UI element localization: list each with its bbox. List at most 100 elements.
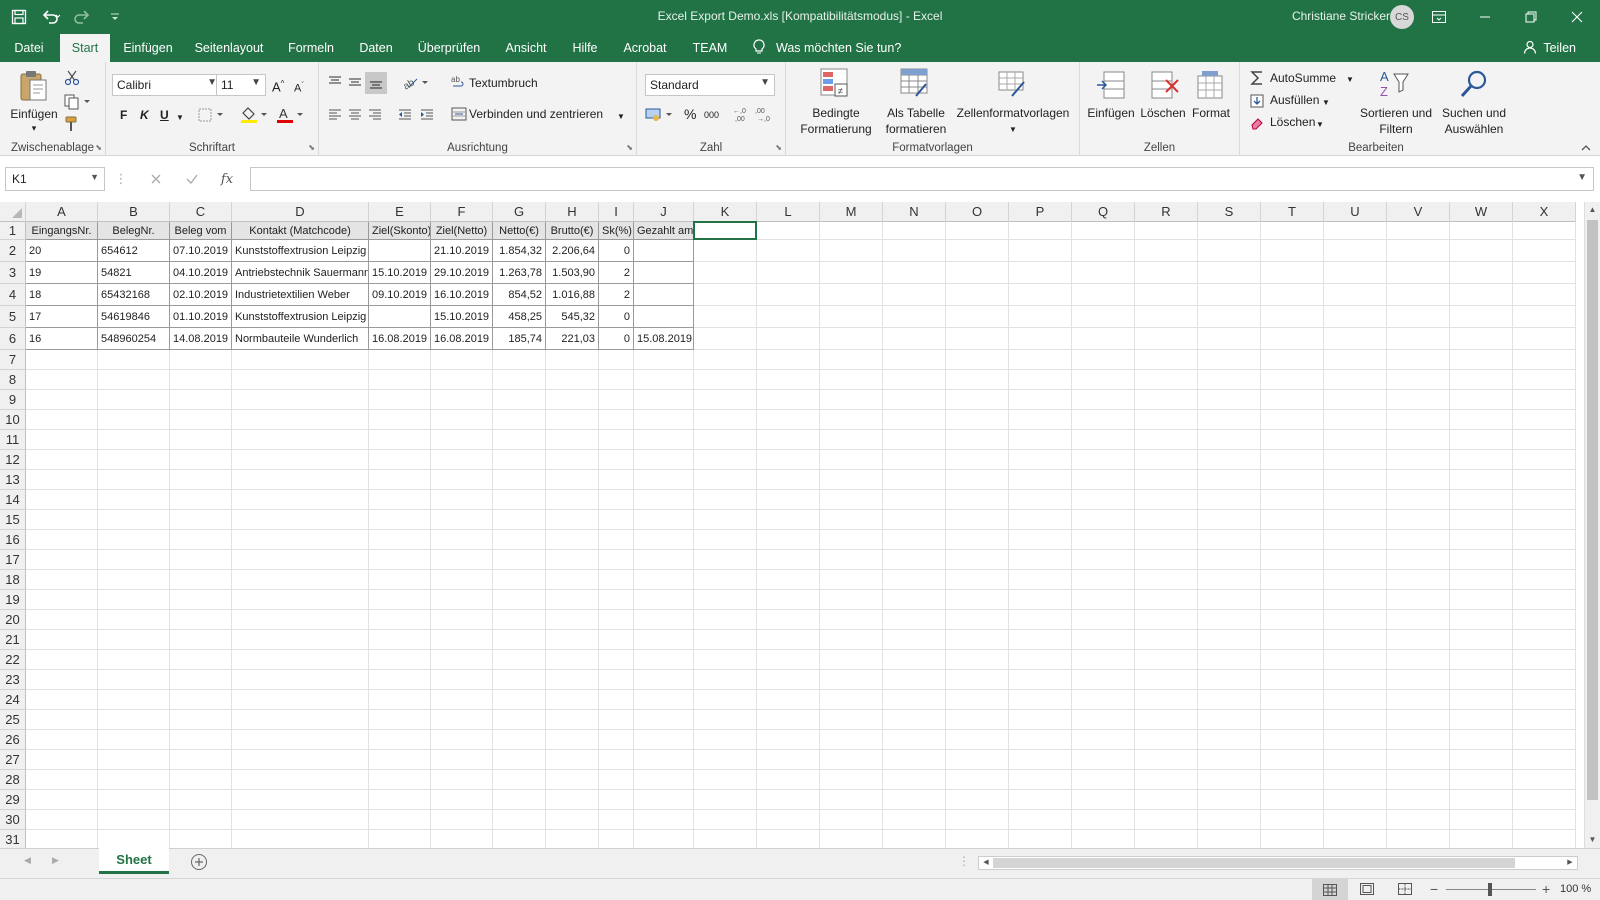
scroll-down-icon[interactable]: ▼ <box>1585 832 1600 848</box>
table-cell[interactable] <box>493 410 546 430</box>
row-header[interactable]: 29 <box>0 790 26 810</box>
vertical-scroll-thumb[interactable] <box>1587 220 1598 800</box>
table-cell[interactable] <box>170 390 232 410</box>
table-cell[interactable] <box>170 430 232 450</box>
table-cell[interactable] <box>1198 370 1261 390</box>
table-cell[interactable] <box>634 262 694 284</box>
table-cell[interactable] <box>431 770 493 790</box>
table-cell[interactable] <box>98 390 170 410</box>
table-cell[interactable] <box>26 730 98 750</box>
table-cell[interactable] <box>1135 350 1198 370</box>
table-cell[interactable] <box>1324 306 1387 328</box>
font-color-icon[interactable]: A <box>276 106 308 127</box>
table-cell[interactable] <box>369 570 431 590</box>
table-cell[interactable] <box>1324 370 1387 390</box>
table-cell[interactable] <box>1261 306 1324 328</box>
table-cell[interactable] <box>1198 550 1261 570</box>
align-center-icon[interactable] <box>347 106 363 125</box>
table-cell[interactable] <box>1009 710 1072 730</box>
table-cell[interactable] <box>694 790 757 810</box>
table-cell[interactable] <box>599 710 634 730</box>
table-cell[interactable] <box>757 470 820 490</box>
table-cell[interactable] <box>98 770 170 790</box>
table-cell[interactable] <box>232 370 369 390</box>
table-cell[interactable] <box>820 510 883 530</box>
table-cell[interactable] <box>883 650 946 670</box>
table-cell[interactable] <box>431 390 493 410</box>
table-cell[interactable] <box>883 730 946 750</box>
table-cell[interactable] <box>98 370 170 390</box>
table-cell[interactable] <box>98 630 170 650</box>
font-name-combo[interactable]: Calibri ▼ <box>112 74 222 96</box>
table-cell[interactable] <box>232 730 369 750</box>
table-cell[interactable] <box>946 550 1009 570</box>
table-cell[interactable] <box>1450 470 1513 490</box>
table-cell[interactable] <box>599 590 634 610</box>
table-cell[interactable] <box>369 510 431 530</box>
table-cell[interactable] <box>599 410 634 430</box>
table-cell[interactable] <box>1261 690 1324 710</box>
table-cell[interactable] <box>493 570 546 590</box>
table-cell[interactable] <box>26 690 98 710</box>
table-cell[interactable] <box>1387 350 1450 370</box>
table-cell[interactable]: 01.10.2019 <box>170 306 232 328</box>
table-cell[interactable] <box>546 670 599 690</box>
table-cell[interactable] <box>694 630 757 650</box>
table-cell[interactable] <box>1450 730 1513 750</box>
table-cell[interactable] <box>431 350 493 370</box>
table-cell[interactable] <box>634 284 694 306</box>
table-cell[interactable] <box>1513 240 1576 262</box>
table-cell[interactable] <box>1072 650 1135 670</box>
table-cell[interactable] <box>1198 350 1261 370</box>
table-cell[interactable] <box>431 810 493 830</box>
table-cell[interactable] <box>546 630 599 650</box>
table-cell[interactable] <box>946 770 1009 790</box>
table-cell[interactable]: 185,74 <box>493 328 546 350</box>
table-cell[interactable] <box>1009 650 1072 670</box>
table-cell[interactable] <box>1387 610 1450 630</box>
table-cell[interactable] <box>369 240 431 262</box>
table-cell[interactable] <box>757 306 820 328</box>
table-cell[interactable] <box>26 390 98 410</box>
formula-input[interactable]: ▼ <box>250 167 1594 191</box>
table-cell[interactable] <box>1198 306 1261 328</box>
insert-cells-icon[interactable] <box>1096 70 1126 103</box>
table-cell[interactable] <box>1072 240 1135 262</box>
table-cell[interactable] <box>820 670 883 690</box>
table-cell[interactable] <box>1198 650 1261 670</box>
table-cell[interactable] <box>26 610 98 630</box>
share-button[interactable]: Teilen <box>1523 34 1576 62</box>
align-left-icon[interactable] <box>327 106 343 125</box>
table-cell[interactable] <box>493 790 546 810</box>
table-cell[interactable] <box>1009 590 1072 610</box>
table-cell[interactable] <box>170 650 232 670</box>
table-cell[interactable] <box>599 770 634 790</box>
tab-file[interactable]: Datei <box>4 34 54 62</box>
table-cell[interactable]: Industrietextilien Weber <box>232 284 369 306</box>
table-cell[interactable] <box>694 730 757 750</box>
table-cell[interactable] <box>1324 750 1387 770</box>
table-cell[interactable] <box>493 630 546 650</box>
table-cell[interactable] <box>1513 790 1576 810</box>
table-cell[interactable] <box>1450 630 1513 650</box>
zoom-in-icon[interactable]: + <box>1542 881 1550 897</box>
table-cell[interactable] <box>1261 450 1324 470</box>
table-cell[interactable]: 18 <box>26 284 98 306</box>
table-cell[interactable] <box>170 410 232 430</box>
column-header[interactable]: K <box>694 202 757 222</box>
clear-label[interactable]: Löschen <box>1270 115 1315 130</box>
table-cell[interactable] <box>757 262 820 284</box>
table-cell[interactable] <box>1387 222 1450 240</box>
table-cell[interactable] <box>883 306 946 328</box>
table-cell[interactable] <box>170 810 232 830</box>
table-cell[interactable] <box>1198 284 1261 306</box>
table-cell[interactable] <box>694 430 757 450</box>
table-cell[interactable] <box>1324 610 1387 630</box>
table-cell[interactable] <box>634 690 694 710</box>
table-header-cell[interactable]: Ziel(Skonto) <box>369 222 431 240</box>
table-cell[interactable] <box>369 790 431 810</box>
table-cell[interactable] <box>1450 790 1513 810</box>
select-all-button[interactable] <box>0 202 26 222</box>
table-cell[interactable] <box>1135 510 1198 530</box>
scroll-sheets-right-icon[interactable]: ▶ <box>52 855 59 866</box>
